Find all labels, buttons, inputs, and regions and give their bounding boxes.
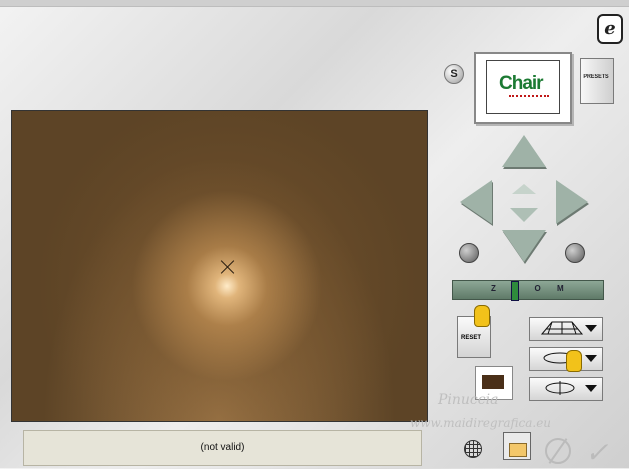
move-up-arrow-icon[interactable]: [502, 135, 546, 167]
perspective-mode-dropdown[interactable]: [529, 317, 603, 341]
move-right-arrow-icon[interactable]: [556, 180, 588, 224]
cancel-icon[interactable]: [545, 438, 571, 464]
reset-label: RESET: [461, 335, 482, 341]
spin-axis-icon: [545, 381, 575, 395]
presets-button-label: PRESETS: [583, 74, 609, 80]
chevron-down-icon: [585, 385, 597, 392]
s-button[interactable]: S: [444, 64, 464, 84]
eye-candy-logo-icon: e: [597, 14, 623, 44]
rotate-left-button[interactable]: [459, 243, 479, 263]
zoom-slider-knob[interactable]: [511, 281, 519, 301]
folder-icon: [509, 443, 527, 457]
folder-button[interactable]: [503, 432, 531, 460]
move-left-arrow-icon[interactable]: [460, 180, 492, 224]
tilt-up-arrow-icon[interactable]: [512, 184, 536, 194]
hand-pointer-icon: [566, 350, 582, 372]
hand-pointer-icon: [474, 305, 490, 327]
status-bar: (not valid): [23, 430, 422, 466]
zoom-slider[interactable]: Z O O M: [452, 280, 604, 301]
preset-preview-text: Chair: [499, 73, 544, 94]
chevron-down-icon: [585, 325, 597, 332]
chevron-down-icon: [585, 355, 597, 362]
image-preview[interactable]: [11, 110, 428, 422]
watermark-name: Pinuccia: [438, 392, 499, 408]
zoom-label: Z O O M: [491, 284, 571, 293]
watermark-url: www.maidiregrafica.eu: [410, 416, 552, 430]
preset-dots: [509, 95, 549, 99]
preset-preview-thumbnail[interactable]: Chair: [474, 52, 572, 124]
tilt-down-arrow-icon[interactable]: [510, 208, 538, 222]
top-border: [0, 0, 629, 7]
grid-plane-icon: [540, 321, 584, 335]
move-down-arrow-icon[interactable]: [502, 230, 546, 262]
spin-mode-dropdown[interactable]: [529, 377, 603, 401]
ok-check-icon[interactable]: ✓: [585, 436, 608, 469]
grid-icon[interactable]: [464, 440, 482, 458]
preset-preview-inner: Chair: [486, 60, 560, 114]
texture-thumbnail-image: [482, 375, 504, 389]
rotate-right-button[interactable]: [565, 243, 585, 263]
center-crosshair-icon[interactable]: [221, 260, 235, 274]
presets-button[interactable]: PRESETS: [580, 58, 614, 104]
